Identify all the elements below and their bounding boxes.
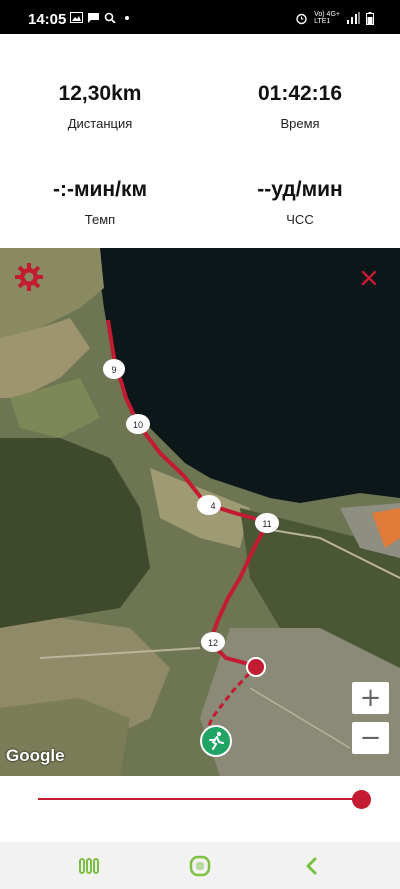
network-text: Vo) 4G+ LTE1: [314, 11, 340, 25]
dot-icon: [125, 16, 129, 20]
gear-icon[interactable]: [14, 262, 44, 292]
search-icon: [104, 12, 116, 23]
status-bar: 14:05 Vo) 4G+ LTE1: [0, 0, 400, 34]
route-map[interactable]: 9 10 4 11 12 + − Google: [0, 248, 400, 776]
pace-label: Темп: [84, 212, 116, 227]
heart-rate-label: ЧСС: [286, 212, 314, 227]
km-marker-4[interactable]: 4: [196, 494, 222, 516]
route-end-marker[interactable]: [245, 656, 267, 678]
image-icon: [70, 12, 83, 23]
runner-icon[interactable]: [200, 725, 232, 757]
chat-icon: [88, 13, 99, 23]
svg-text:11: 11: [262, 519, 271, 529]
alarm-icon: [296, 13, 307, 24]
zoom-in-button[interactable]: +: [352, 682, 389, 714]
km-marker-12[interactable]: 12: [200, 631, 226, 653]
svg-text:12: 12: [208, 638, 218, 648]
pace-stat: -:-мин/км Темп: [0, 178, 200, 227]
google-attribution: Google: [6, 746, 65, 765]
navigation-bar: [0, 842, 400, 889]
pace-value: -:-мин/км: [53, 178, 147, 201]
battery-icon: [366, 11, 374, 25]
slider-track[interactable]: [38, 798, 362, 800]
signal-icon: [347, 12, 360, 24]
home-icon[interactable]: [188, 854, 212, 878]
heart-rate-stat: --уд/мин ЧСС: [200, 178, 400, 227]
zoom-out-button[interactable]: −: [352, 722, 389, 754]
distance-label: Дистанция: [67, 116, 133, 131]
time-label: Время: [280, 116, 320, 131]
back-icon[interactable]: [300, 854, 324, 878]
close-icon[interactable]: [361, 270, 377, 286]
km-marker-9[interactable]: 9: [102, 358, 126, 380]
distance-stat: 12,30km Дистанция: [0, 82, 200, 131]
status-right: Vo) 4G+ LTE1: [295, 10, 374, 26]
time-value: 01:42:16: [257, 82, 343, 105]
playback-slider[interactable]: [0, 776, 400, 842]
workout-stats: 12,30km Дистанция 01:42:16 Время -:-мин/…: [0, 34, 400, 248]
svg-text:10: 10: [133, 420, 143, 430]
heart-rate-value: --уд/мин: [257, 178, 343, 201]
recent-apps-icon[interactable]: [77, 854, 101, 878]
svg-text:9: 9: [111, 365, 116, 375]
km-marker-10[interactable]: 10: [125, 413, 151, 435]
km-marker-11[interactable]: 11: [254, 512, 280, 534]
distance-value: 12,30km: [58, 82, 142, 105]
svg-text:4: 4: [210, 501, 215, 511]
time-stat: 01:42:16 Время: [200, 82, 400, 131]
status-time: 14:05: [28, 11, 67, 28]
slider-thumb[interactable]: [352, 790, 371, 809]
